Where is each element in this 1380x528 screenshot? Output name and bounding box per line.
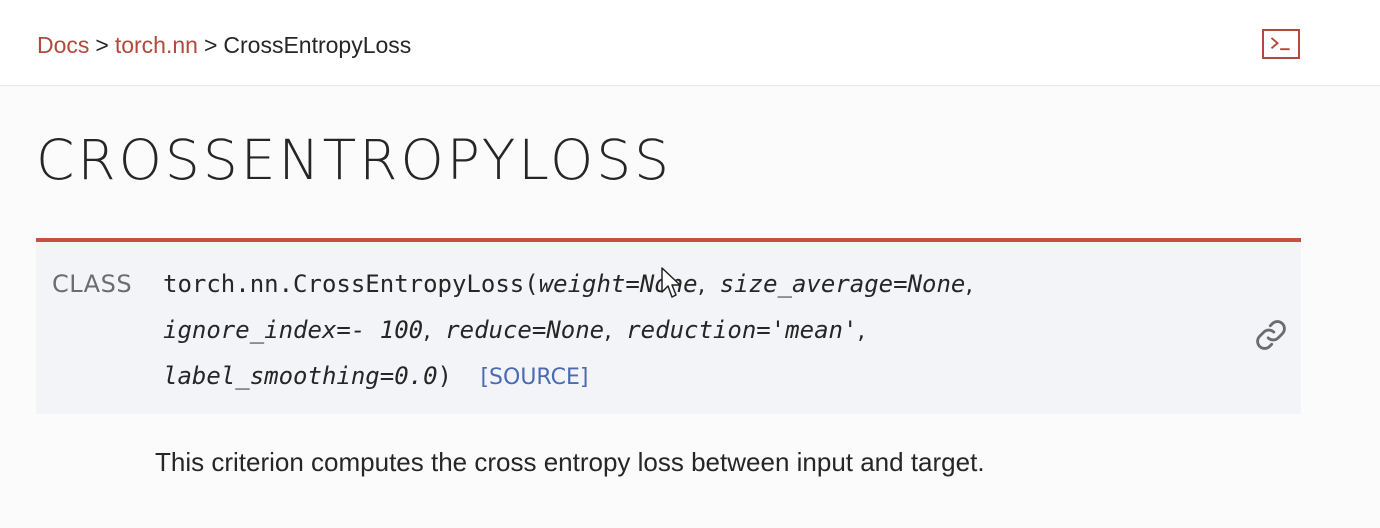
signature-line-2: ignore_index=- 100, reduce=None, reducti… <box>163 314 865 346</box>
breadcrumb-separator: > <box>95 32 109 58</box>
class-name: torch.nn.CrossEntropyLoss <box>163 270 525 298</box>
param-weight: weight=None <box>538 270 698 298</box>
close-paren: ) <box>437 362 452 390</box>
param-comma: , <box>965 270 974 298</box>
param-label-smoothing: label_smoothing=0.0 <box>163 362 438 390</box>
class-description: This criterion computes the cross entrop… <box>155 447 985 477</box>
source-link[interactable]: [SOURCE] <box>480 365 588 390</box>
param-reduce: reduce=None <box>445 316 605 344</box>
top-bar: Docs > torch.nn > CrossEntropyLoss <box>0 0 1380 86</box>
class-signature: CLASS torch.nn.CrossEntropyLoss(weight=N… <box>36 238 1301 414</box>
param-comma: , <box>423 316 431 344</box>
param-comma: , <box>857 316 866 344</box>
link-icon[interactable] <box>1254 318 1288 352</box>
param-comma: , <box>697 270 706 298</box>
param-size-average: size_average=None <box>719 270 966 298</box>
breadcrumb-current: CrossEntropyLoss <box>223 32 412 58</box>
param-reduction: reduction='mean' <box>626 316 858 344</box>
param-comma: , <box>604 316 612 344</box>
open-paren: ( <box>524 270 539 298</box>
terminal-button[interactable] <box>1262 29 1300 59</box>
signature-kind-label: CLASS <box>52 270 133 298</box>
breadcrumb: Docs > torch.nn > CrossEntropyLoss <box>37 30 411 60</box>
page-title: CROSSENTROPYLOSS <box>36 128 673 192</box>
signature-line-1: torch.nn.CrossEntropyLoss(weight=None, s… <box>163 268 973 300</box>
terminal-icon <box>1270 37 1290 51</box>
breadcrumb-torch-nn-link[interactable]: torch.nn <box>115 32 198 58</box>
param-ignore-index: ignore_index=- 100 <box>163 316 424 344</box>
breadcrumb-separator: > <box>203 32 218 58</box>
signature-line-3: label_smoothing=0.0) [SOURCE] <box>163 360 588 394</box>
breadcrumb-docs-link[interactable]: Docs <box>37 32 89 58</box>
